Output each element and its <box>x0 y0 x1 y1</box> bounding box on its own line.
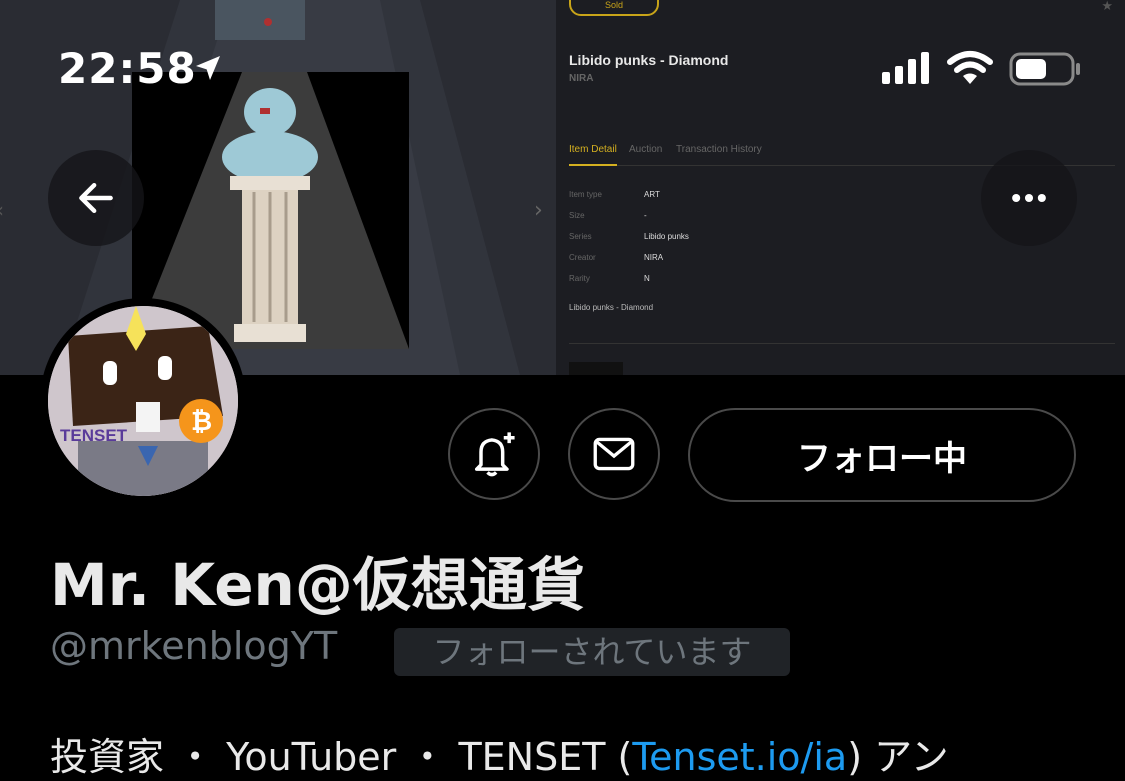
battery-icon <box>1009 52 1080 86</box>
bell-plus-icon <box>474 432 515 477</box>
username-handle: @mrkenblogYT <box>50 624 338 668</box>
chevron-right-icon: › <box>534 198 543 223</box>
detail-label: Creator <box>569 253 596 262</box>
back-button[interactable] <box>48 150 144 246</box>
signal-bar <box>908 59 916 84</box>
active-tab-indicator <box>569 164 617 166</box>
status-icons <box>880 50 1090 94</box>
bio-link[interactable]: Tenset.io/ia <box>632 735 847 779</box>
signal-bar <box>882 72 890 84</box>
detail-label: Item type <box>569 190 602 199</box>
signal-bar <box>921 52 929 84</box>
detail-value: NIRA <box>644 253 664 262</box>
notification-button[interactable] <box>448 408 540 500</box>
more-horizontal-icon <box>1012 193 1046 203</box>
detail-value: Libido punks <box>644 232 689 241</box>
more-button[interactable] <box>981 150 1077 246</box>
star-icon: ★ <box>1101 0 1113 13</box>
description-divider <box>569 343 1115 344</box>
wifi-icon <box>947 51 993 84</box>
detail-label: Size <box>569 211 585 220</box>
location-arrow-icon <box>196 56 220 80</box>
detail-label: Rarity <box>569 274 590 283</box>
signal-wifi-battery-icons <box>882 51 1080 86</box>
avatar[interactable]: TENSET ₿ <box>40 298 246 504</box>
status-time: 22:58 <box>58 44 197 93</box>
avatar-illustration <box>48 306 238 496</box>
follows-you-badge: フォローされています <box>394 628 790 676</box>
chevron-left-icon: ‹ <box>0 198 4 222</box>
signal-bar <box>895 66 903 84</box>
tab-transaction-history: Transaction History <box>676 144 762 155</box>
envelope-icon <box>593 437 635 471</box>
detail-value: - <box>644 211 647 220</box>
nft-creator: NIRA <box>569 73 594 84</box>
nft-thumbnail <box>569 362 623 375</box>
arrow-left-icon <box>79 182 113 214</box>
bio-text-suffix: ) アン <box>847 735 949 779</box>
detail-value: ART <box>644 190 660 199</box>
sold-badge: Sold <box>569 0 659 16</box>
bio-text: 投資家 ・ YouTuber ・ TENSET ( <box>50 735 633 779</box>
tab-auction: Auction <box>629 144 663 155</box>
avatar-tenset-label: TENSET <box>60 426 128 445</box>
avatar-image: TENSET ₿ <box>48 306 238 496</box>
detail-label: Series <box>569 232 592 241</box>
message-button[interactable] <box>568 408 660 500</box>
bitcoin-icon: ₿ <box>191 407 213 437</box>
display-name: Mr. Ken@仮想通貨 <box>50 551 585 619</box>
tab-item-detail: Item Detail <box>569 144 617 155</box>
following-button[interactable]: フォロー中 <box>688 408 1076 502</box>
detail-value: N <box>644 274 650 283</box>
nft-title: Libido punks - Diamond <box>569 52 729 68</box>
profile-bio: 投資家 ・ YouTuber ・ TENSET (Tenset.io/ia) ア… <box>50 726 949 781</box>
nft-description: Libido punks - Diamond <box>569 303 654 312</box>
